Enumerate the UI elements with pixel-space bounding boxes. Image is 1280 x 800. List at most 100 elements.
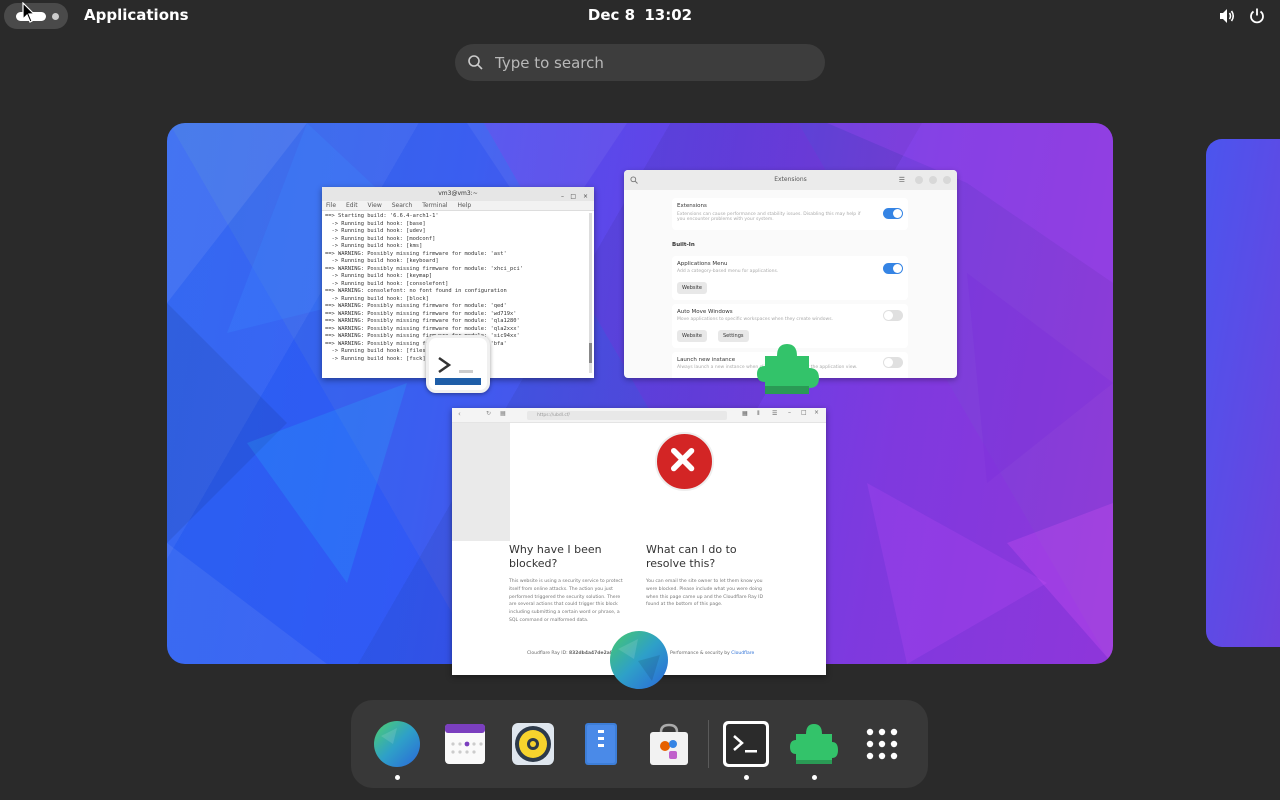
menu-view[interactable]: View [368, 202, 382, 209]
terminal-line: -> Running build hook: [base] [325, 220, 426, 227]
menu-file[interactable]: File [326, 202, 336, 209]
website-button[interactable]: Website [677, 330, 707, 342]
extensions-toggle-card: Extensions Extensions can cause performa… [672, 198, 908, 230]
ray-id-label: Cloudflare Ray ID: [527, 651, 568, 656]
bookmarks-icon[interactable]: ▦ [742, 410, 748, 417]
resolve-heading: What can I do to resolve this? [646, 543, 737, 570]
close-button[interactable] [943, 176, 951, 184]
tabs-icon[interactable]: ▦ [500, 410, 506, 417]
dash-item-terminal[interactable] [722, 720, 770, 780]
settings-button[interactable]: Settings [718, 330, 749, 342]
url-bar[interactable]: https://ubdl.cf/ [527, 411, 727, 420]
dash-item-files[interactable] [577, 720, 625, 768]
dash [351, 700, 928, 788]
browser-sidebar [452, 423, 510, 541]
menu-search[interactable]: Search [392, 202, 413, 209]
maximize-button[interactable] [929, 176, 937, 184]
dash-separator [708, 720, 709, 768]
menu-edit[interactable]: Edit [346, 202, 358, 209]
close-button[interactable]: × [814, 409, 819, 416]
section-built-in: Built-In [672, 242, 695, 248]
browser-toolbar[interactable]: ‹ ↻ ▦ https://ubdl.cf/ ▦ ⫴ ☰ – □ × [452, 408, 826, 423]
calendar-icon [445, 724, 485, 764]
menu-icon[interactable]: ☰ [772, 410, 777, 417]
terminal-title: vm3@vm3:~ [438, 190, 478, 197]
terminal-titlebar[interactable]: vm3@vm3:~ – □ × [322, 187, 594, 201]
terminal-line: ==> WARNING: Possibly missing firmware f… [325, 265, 523, 272]
power-icon[interactable] [1248, 7, 1266, 25]
minimize-button[interactable]: – [561, 190, 564, 204]
extension-desc: Move applications to specific workspaces… [677, 317, 833, 322]
volume-icon[interactable] [1218, 7, 1236, 25]
performance-footer: Performance & security by Cloudflare [670, 651, 754, 656]
terminal-line: -> Running build hook: [consolefont] [325, 280, 449, 287]
maximize-button[interactable]: □ [801, 409, 807, 416]
extension-toggle[interactable] [883, 263, 903, 274]
minimize-button[interactable]: – [788, 409, 791, 416]
minimize-button[interactable] [915, 176, 923, 184]
close-button[interactable]: × [583, 190, 588, 204]
clock[interactable]: Dec 8 13:02 [0, 6, 1280, 24]
extension-name: Launch new instance [677, 357, 736, 363]
music-player-icon [512, 723, 554, 765]
terminal-menubar: File Edit View Search Terminal Help [322, 201, 594, 211]
clock-time: 13:02 [644, 6, 693, 24]
terminal-line: ==> WARNING: consolefont: no font found … [325, 288, 507, 294]
extensions-window-icon [757, 344, 819, 394]
system-tray[interactable] [1218, 7, 1266, 25]
cloudflare-link[interactable]: Cloudflare [731, 651, 754, 656]
search-input[interactable] [495, 44, 815, 81]
terminal-line: ==> WARNING: Possibly missing firmware f… [325, 310, 517, 317]
menu-help[interactable]: Help [458, 202, 472, 209]
extensions-title: Extensions [774, 176, 807, 183]
terminal-line: -> Running build hook: [kms] [325, 243, 423, 249]
website-button[interactable]: Website [677, 282, 707, 294]
software-store-icon [650, 723, 688, 765]
terminal-line: ==> WARNING: Possibly missing firmware f… [325, 250, 507, 257]
terminal-line: -> Running build hook: [udev] [325, 228, 426, 234]
scrollbar-thumb[interactable] [589, 343, 592, 363]
dash-item-calendar[interactable] [441, 720, 489, 768]
search-entry[interactable] [455, 44, 825, 81]
extension-toggle[interactable] [883, 310, 903, 321]
running-indicator [744, 775, 749, 780]
workspace-thumbnail-next[interactable] [1206, 139, 1280, 647]
search-icon[interactable] [630, 176, 638, 184]
dash-item-web[interactable] [373, 720, 421, 780]
extensions-toggle-desc: Extensions can cause performance and sta… [677, 212, 861, 222]
show-apps-button[interactable] [858, 720, 906, 768]
menu-terminal[interactable]: Terminal [422, 202, 447, 209]
extensions-toggle-title: Extensions [677, 203, 707, 209]
maximize-button[interactable]: □ [570, 190, 576, 204]
dash-item-rhythmbox[interactable] [509, 720, 557, 768]
terminal-line: ==> Starting build: '6.6.4-arch1-1' [325, 213, 439, 219]
running-indicator [395, 775, 400, 780]
ray-id: Cloudflare Ray ID: 832db4a47de2a8f [527, 651, 615, 656]
dash-item-software[interactable] [645, 720, 693, 768]
menu-icon[interactable]: ☰ [899, 170, 905, 190]
top-bar: Applications Dec 8 13:02 [0, 0, 1280, 32]
terminal-window-icon [426, 335, 490, 393]
terminal-line: ==> WARNING: Possibly missing firmware f… [325, 318, 520, 324]
performance-label: Performance & security by [670, 651, 730, 656]
back-icon[interactable]: ‹ [458, 410, 461, 418]
extension-toggle[interactable] [883, 357, 903, 368]
files-icon [585, 723, 617, 765]
blocked-x-icon [655, 432, 714, 491]
extension-name: Applications Menu [677, 261, 728, 267]
running-indicator [812, 775, 817, 780]
resolve-text: You can email the site owner to let them… [646, 579, 764, 608]
extensions-headerbar[interactable]: Extensions ☰ [624, 170, 957, 190]
extensions-master-toggle[interactable] [883, 208, 903, 219]
library-icon[interactable]: ⫴ [757, 410, 760, 418]
extension-row: Applications Menu Add a category-based m… [672, 256, 908, 300]
terminal-line: -> Running build hook: [keymap] [325, 273, 433, 279]
terminal-scrollbar[interactable] [589, 213, 592, 373]
web-browser-window-icon [610, 631, 668, 689]
dash-item-extensions[interactable] [790, 720, 838, 780]
extension-name: Auto Move Windows [677, 309, 733, 315]
terminal-line: -> Running build hook: [keyboard] [325, 258, 439, 264]
terminal-line: -> Running build hook: [modconf] [325, 235, 436, 242]
terminal-line: ==> WARNING: Possibly missing firmware f… [325, 325, 520, 332]
reload-icon[interactable]: ↻ [486, 410, 491, 417]
